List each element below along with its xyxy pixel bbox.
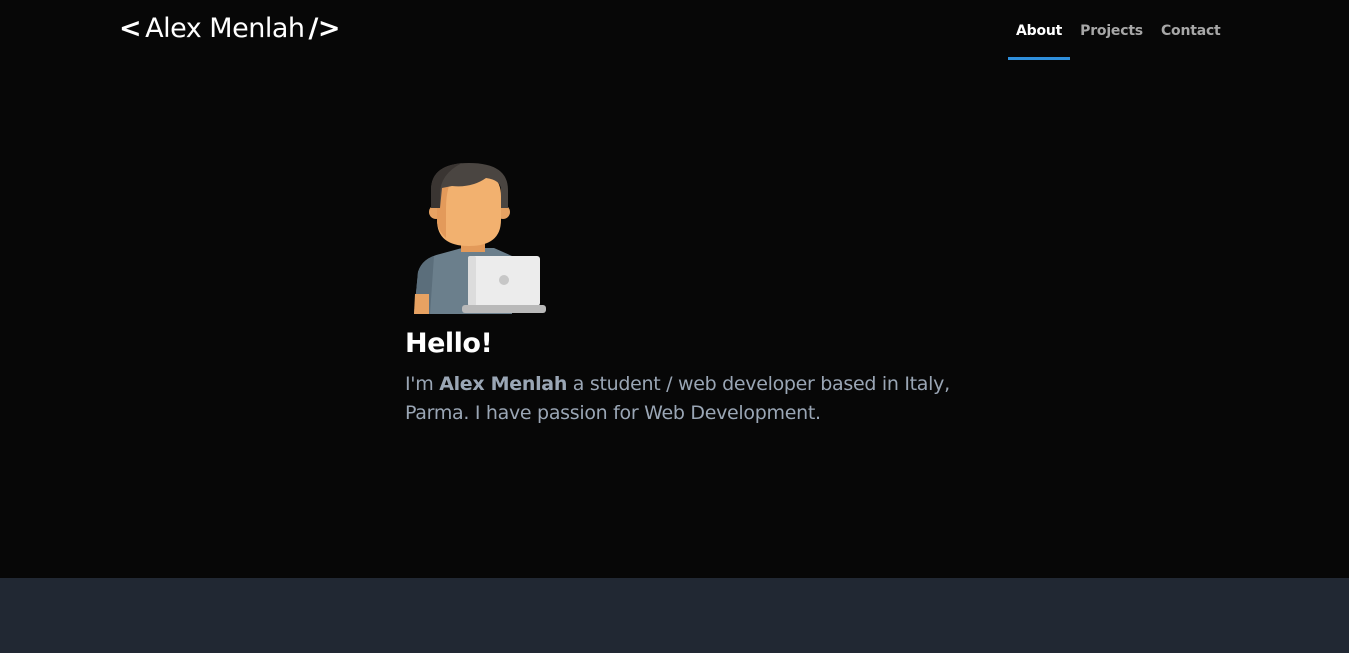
site-logo[interactable]: < Alex Menlah/> xyxy=(119,13,340,44)
bio-name: Alex Menlah xyxy=(439,373,568,395)
next-section-band xyxy=(0,578,1349,653)
site-header: < Alex Menlah/> About Projects Contact xyxy=(0,0,1349,62)
hero-section: < Alex Menlah/> About Projects Contact H… xyxy=(0,0,1349,578)
bio-text: I'm Alex Menlah a student / web develope… xyxy=(405,370,965,428)
page: < Alex Menlah/> About Projects Contact H… xyxy=(0,0,1349,653)
logo-open-bracket: < xyxy=(119,13,142,44)
logo-name: Alex Menlah xyxy=(145,13,305,44)
nav-item-label: About xyxy=(1016,23,1063,39)
active-nav-underline xyxy=(1008,57,1071,60)
main-nav: About Projects Contact xyxy=(1008,0,1231,60)
bio-prefix: I'm xyxy=(405,373,440,395)
nav-item-contact[interactable]: Contact xyxy=(1153,0,1229,60)
greeting-heading: Hello! xyxy=(405,328,493,359)
nav-item-label: Projects xyxy=(1080,23,1143,39)
nav-item-about[interactable]: About xyxy=(1008,0,1071,60)
nav-item-label: Contact xyxy=(1160,23,1221,39)
developer-avatar-icon xyxy=(414,163,546,314)
nav-item-projects[interactable]: Projects xyxy=(1072,0,1151,60)
logo-close-bracket: /> xyxy=(308,13,340,44)
